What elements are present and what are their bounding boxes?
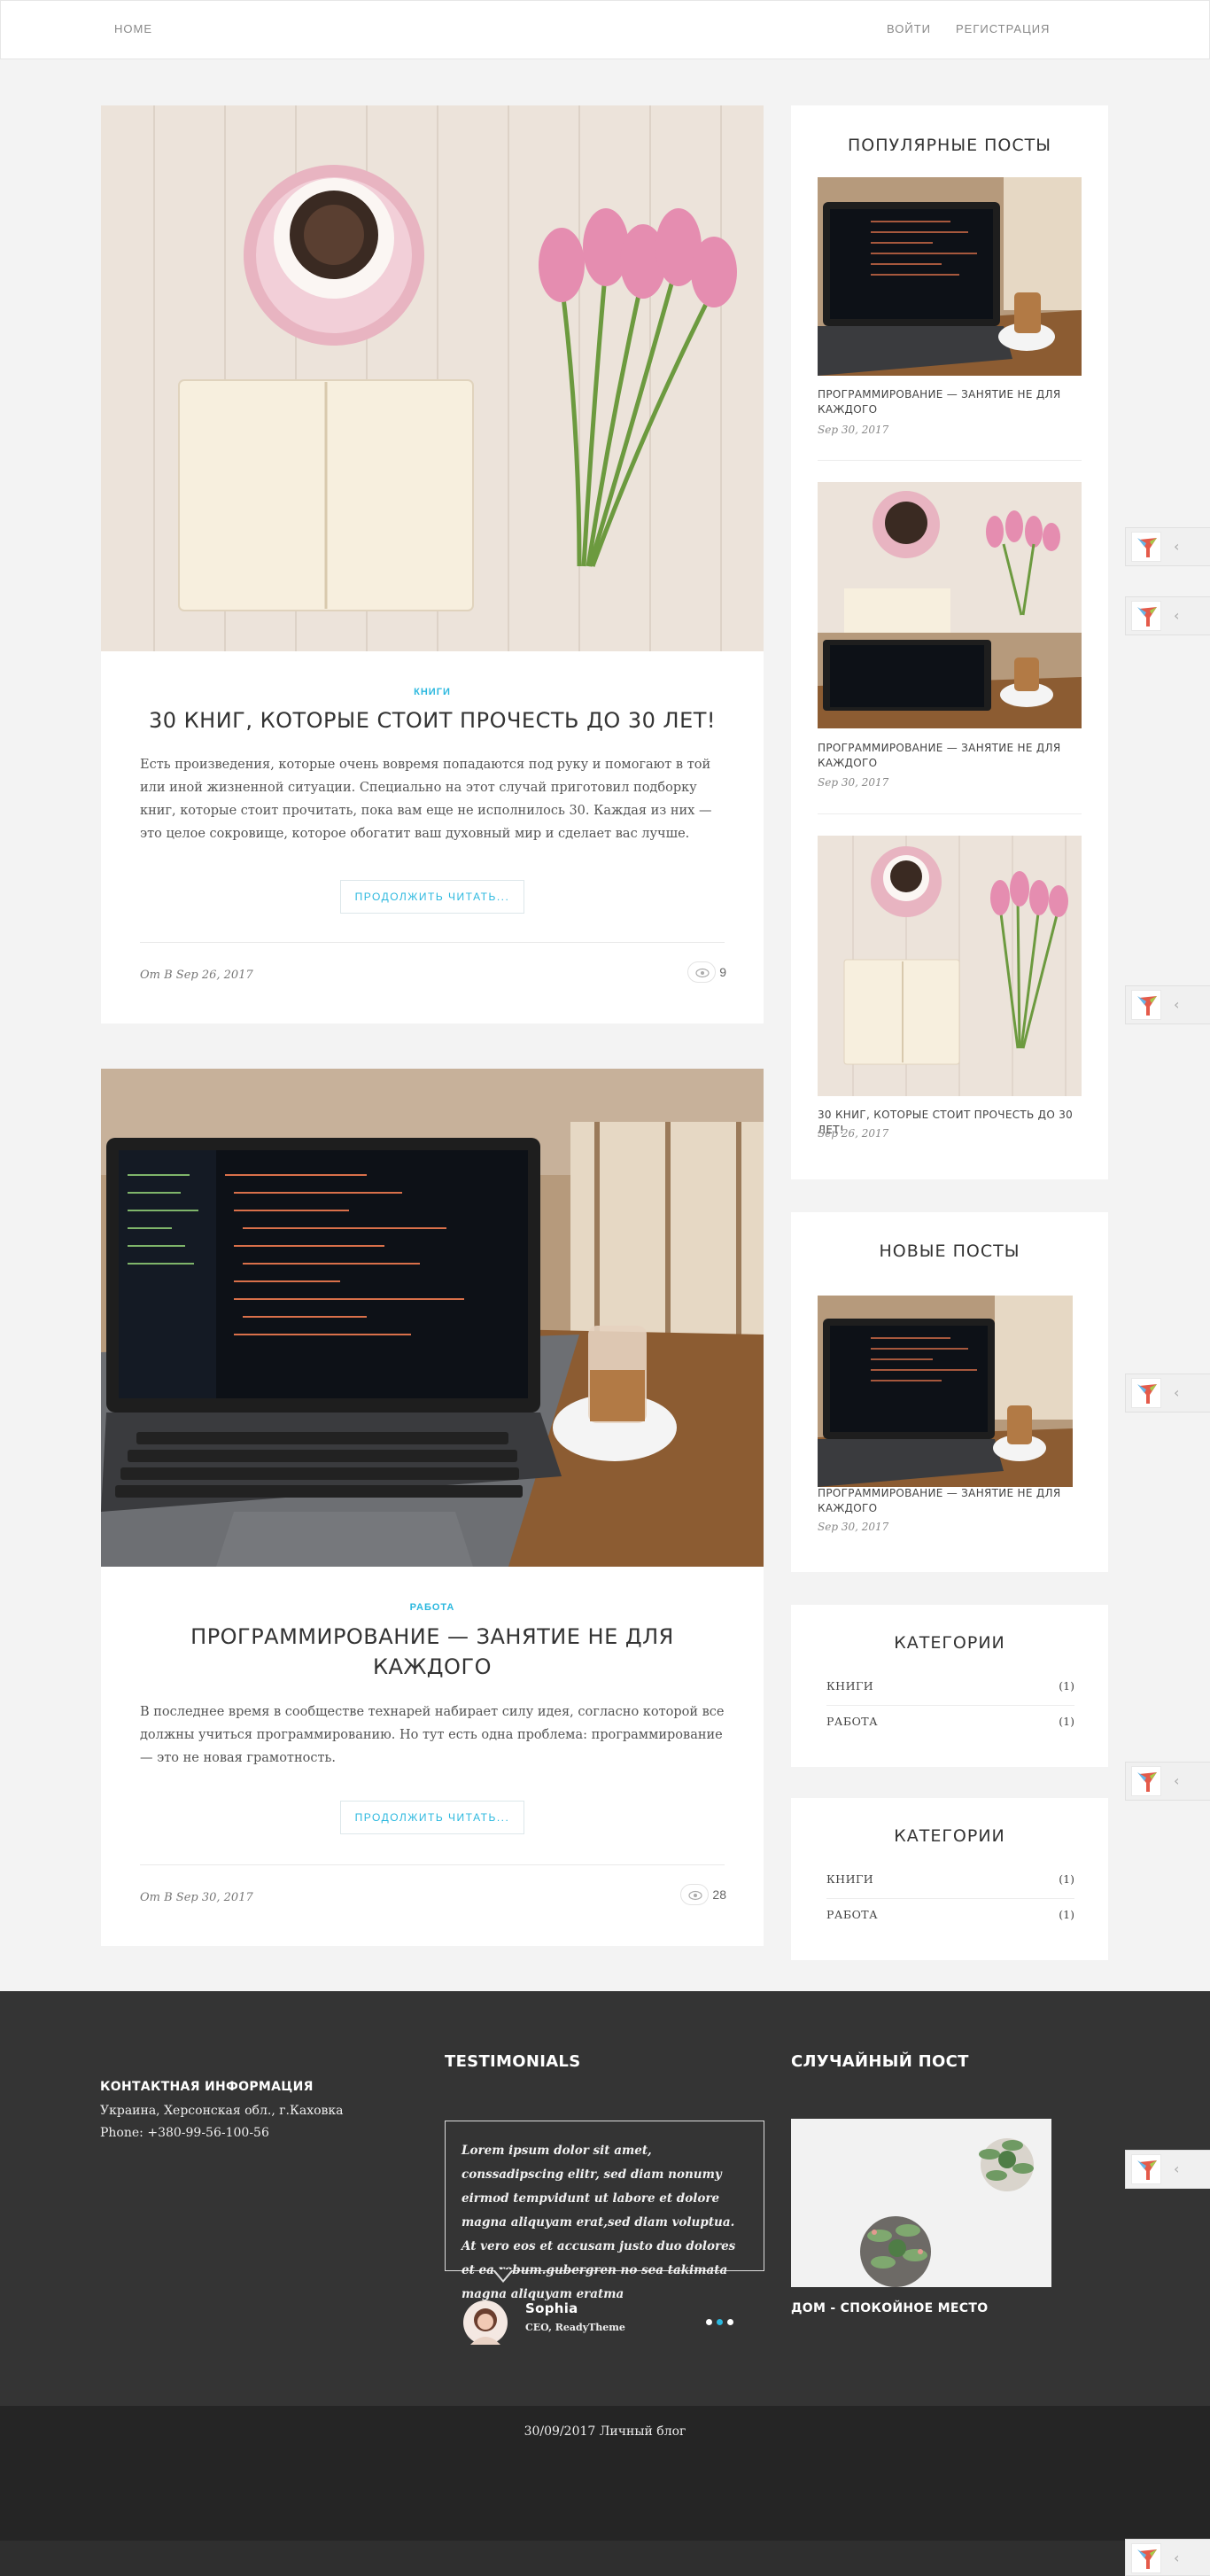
post-card: КНИГИ 30 КНИГ, КОТОРЫЕ СТОИТ ПРОЧЕСТЬ ДО… bbox=[101, 105, 764, 1023]
view-count: 28 bbox=[712, 1887, 726, 1902]
category-label: РАБОТА bbox=[826, 1715, 879, 1728]
chevron-left-icon: ‹ bbox=[1174, 538, 1180, 555]
yii-logo-icon bbox=[1131, 1378, 1161, 1408]
testimonial-pagination bbox=[706, 2312, 733, 2329]
testimonial-author-name: Sophia bbox=[525, 2300, 578, 2316]
random-post-title[interactable]: ДОМ - СПОКОЙНОЕ МЕСТО bbox=[791, 2301, 988, 2315]
testimonial-author-role: CEO, ReadyTheme bbox=[525, 2322, 625, 2333]
contact-title: КОНТАКТНАЯ ИНФОРМАЦИЯ bbox=[100, 2080, 314, 2094]
debug-toolbar-tab[interactable]: ‹ bbox=[1125, 1374, 1210, 1413]
post-category[interactable]: КНИГИ bbox=[101, 687, 764, 697]
yii-logo-icon bbox=[1131, 990, 1161, 1020]
category-item-books[interactable]: КНИГИ (1) bbox=[826, 1679, 1074, 1713]
debug-toolbar-tab[interactable]: ‹ bbox=[1125, 2150, 1210, 2189]
post-image-books-tulips[interactable] bbox=[101, 105, 764, 651]
popular-post-thumb[interactable] bbox=[818, 836, 1082, 1096]
testimonial-bubble: Lorem ipsum dolor sit amet, conssadipsci… bbox=[445, 2121, 764, 2301]
nav-login-link[interactable]: ВОЙТИ bbox=[887, 22, 931, 35]
random-post-image[interactable] bbox=[791, 2119, 1051, 2287]
chevron-left-icon: ‹ bbox=[1174, 1772, 1180, 1789]
nav-home-link[interactable]: HOME bbox=[114, 22, 152, 35]
popular-post-date: Sep 30, 2017 bbox=[818, 776, 889, 789]
divider bbox=[818, 460, 1082, 461]
debug-toolbar-tab[interactable]: ‹ bbox=[1125, 2539, 1210, 2576]
popular-post-thumb[interactable] bbox=[818, 482, 1082, 728]
testimonials-title: TESTIMONIALS bbox=[445, 2052, 581, 2071]
chevron-left-icon: ‹ bbox=[1174, 996, 1180, 1013]
post-excerpt: В последнее время в сообществе технарей … bbox=[140, 1705, 725, 1765]
category-count: (1) bbox=[1059, 1679, 1074, 1693]
chevron-left-icon: ‹ bbox=[1174, 2160, 1180, 2177]
yii-logo-icon bbox=[1131, 2543, 1161, 2573]
post-title[interactable]: 30 КНИГ, КОТОРЫЕ СТОИТ ПРОЧЕСТЬ ДО 30 ЛЕ… bbox=[136, 705, 728, 735]
divider bbox=[826, 1898, 1074, 1899]
pagination-dot-active[interactable] bbox=[717, 2319, 723, 2325]
category-label: РАБОТА bbox=[826, 1908, 879, 1921]
popular-post-date: Sep 30, 2017 bbox=[818, 424, 889, 436]
post-meta: От В Sep 26, 2017 bbox=[140, 969, 253, 982]
read-more-button[interactable]: ПРОДОЛЖИТЬ ЧИТАТЬ... bbox=[340, 1801, 524, 1834]
category-item-work[interactable]: РАБОТА (1) bbox=[826, 1908, 1074, 1942]
yii-logo-icon bbox=[1131, 2154, 1161, 2184]
widget-title: ПОПУЛЯРНЫЕ ПОСТЫ bbox=[847, 136, 1052, 155]
debug-toolbar-tab[interactable]: ‹ bbox=[1125, 596, 1210, 635]
pagination-dot[interactable] bbox=[706, 2319, 712, 2325]
post-title[interactable]: ПРОГРАММИРОВАНИЕ — ЗАНЯТИЕ НЕ ДЛЯ КАЖДОГ… bbox=[136, 1622, 728, 1682]
eye-icon bbox=[687, 961, 716, 983]
copyright: 30/09/2017 Личный блог bbox=[524, 2424, 686, 2439]
popular-post-title[interactable]: ПРОГРАММИРОВАНИЕ — ЗАНЯТИЕ НЕ ДЛЯ КАЖДОГ… bbox=[818, 741, 1074, 771]
category-label: КНИГИ bbox=[826, 1872, 874, 1886]
subfooter-bottom-bar bbox=[0, 2541, 1210, 2576]
category-item-books[interactable]: КНИГИ (1) bbox=[826, 1872, 1074, 1906]
widget-title: КАТЕГОРИИ bbox=[894, 1826, 1005, 1846]
bubble-tail-inner bbox=[494, 2269, 512, 2280]
category-count: (1) bbox=[1059, 1715, 1074, 1728]
post-meta: От В Sep 30, 2017 bbox=[140, 1891, 253, 1904]
category-count: (1) bbox=[1059, 1908, 1074, 1921]
debug-toolbar-tab[interactable]: ‹ bbox=[1125, 1762, 1210, 1801]
divider bbox=[826, 1705, 1074, 1706]
divider bbox=[818, 813, 1082, 814]
popular-post-thumb[interactable] bbox=[818, 177, 1082, 376]
contact-phone: Phone: +380-99-56-100-56 bbox=[100, 2126, 269, 2140]
chevron-left-icon: ‹ bbox=[1174, 607, 1180, 624]
yii-logo-icon bbox=[1131, 532, 1161, 562]
yii-logo-icon bbox=[1131, 601, 1161, 631]
pagination-dot[interactable] bbox=[727, 2319, 733, 2325]
divider bbox=[140, 1864, 725, 1865]
new-post-date: Sep 30, 2017 bbox=[818, 1521, 889, 1533]
yii-logo-icon bbox=[1131, 1766, 1161, 1796]
popular-post-title[interactable]: ПРОГРАММИРОВАНИЕ — ЗАНЯТИЕ НЕ ДЛЯ КАЖДОГ… bbox=[818, 387, 1074, 417]
categories-widget: КАТЕГОРИИ КНИГИ (1) РАБОТА (1) bbox=[791, 1798, 1108, 1960]
widget-title: КАТЕГОРИИ bbox=[894, 1633, 1005, 1653]
avatar bbox=[463, 2300, 508, 2345]
view-count: 9 bbox=[719, 965, 726, 979]
new-posts-widget: НОВЫЕ ПОСТЫ ПРОГРАММИРОВАНИЕ — ЗАНЯТИЕ Н… bbox=[791, 1212, 1108, 1572]
widget-title: НОВЫЕ ПОСТЫ bbox=[879, 1241, 1020, 1261]
category-item-work[interactable]: РАБОТА (1) bbox=[826, 1715, 1074, 1748]
popular-post-date: Sep 26, 2017 bbox=[818, 1127, 889, 1140]
nav-register-link[interactable]: РЕГИСТРАЦИЯ bbox=[956, 22, 1050, 35]
categories-widget: КАТЕГОРИИ КНИГИ (1) РАБОТА (1) bbox=[791, 1605, 1108, 1767]
chevron-left-icon: ‹ bbox=[1174, 2549, 1180, 2566]
category-label: КНИГИ bbox=[826, 1679, 874, 1693]
new-post-title[interactable]: ПРОГРАММИРОВАНИЕ — ЗАНЯТИЕ НЕ ДЛЯ КАЖДОГ… bbox=[818, 1486, 1074, 1516]
read-more-button[interactable]: ПРОДОЛЖИТЬ ЧИТАТЬ... bbox=[340, 880, 524, 914]
post-card: РАБОТА ПРОГРАММИРОВАНИЕ — ЗАНЯТИЕ НЕ ДЛЯ… bbox=[101, 1069, 764, 1946]
chevron-left-icon: ‹ bbox=[1174, 1384, 1180, 1401]
divider bbox=[140, 942, 725, 943]
post-image-laptop-coffee[interactable] bbox=[101, 1069, 764, 1567]
new-post-thumb[interactable] bbox=[818, 1296, 1073, 1487]
debug-toolbar-tab[interactable]: ‹ bbox=[1125, 985, 1210, 1024]
top-navigation: HOME ВОЙТИ РЕГИСТРАЦИЯ bbox=[0, 0, 1210, 59]
eye-icon bbox=[680, 1884, 709, 1905]
post-category[interactable]: РАБОТА bbox=[101, 1602, 764, 1613]
debug-toolbar-tab[interactable]: ‹ bbox=[1125, 527, 1210, 566]
random-post-title-heading: СЛУЧАЙНЫЙ ПОСТ bbox=[791, 2052, 969, 2071]
category-count: (1) bbox=[1059, 1872, 1074, 1886]
contact-address: Украина, Херсонская обл., г.Каховка bbox=[100, 2104, 344, 2118]
popular-posts-widget: ПОПУЛЯРНЫЕ ПОСТЫ ПРОГРАММИРОВАНИЕ — ЗАНЯ… bbox=[791, 105, 1108, 1179]
post-excerpt: Есть произведения, которые очень вовремя… bbox=[140, 758, 712, 841]
